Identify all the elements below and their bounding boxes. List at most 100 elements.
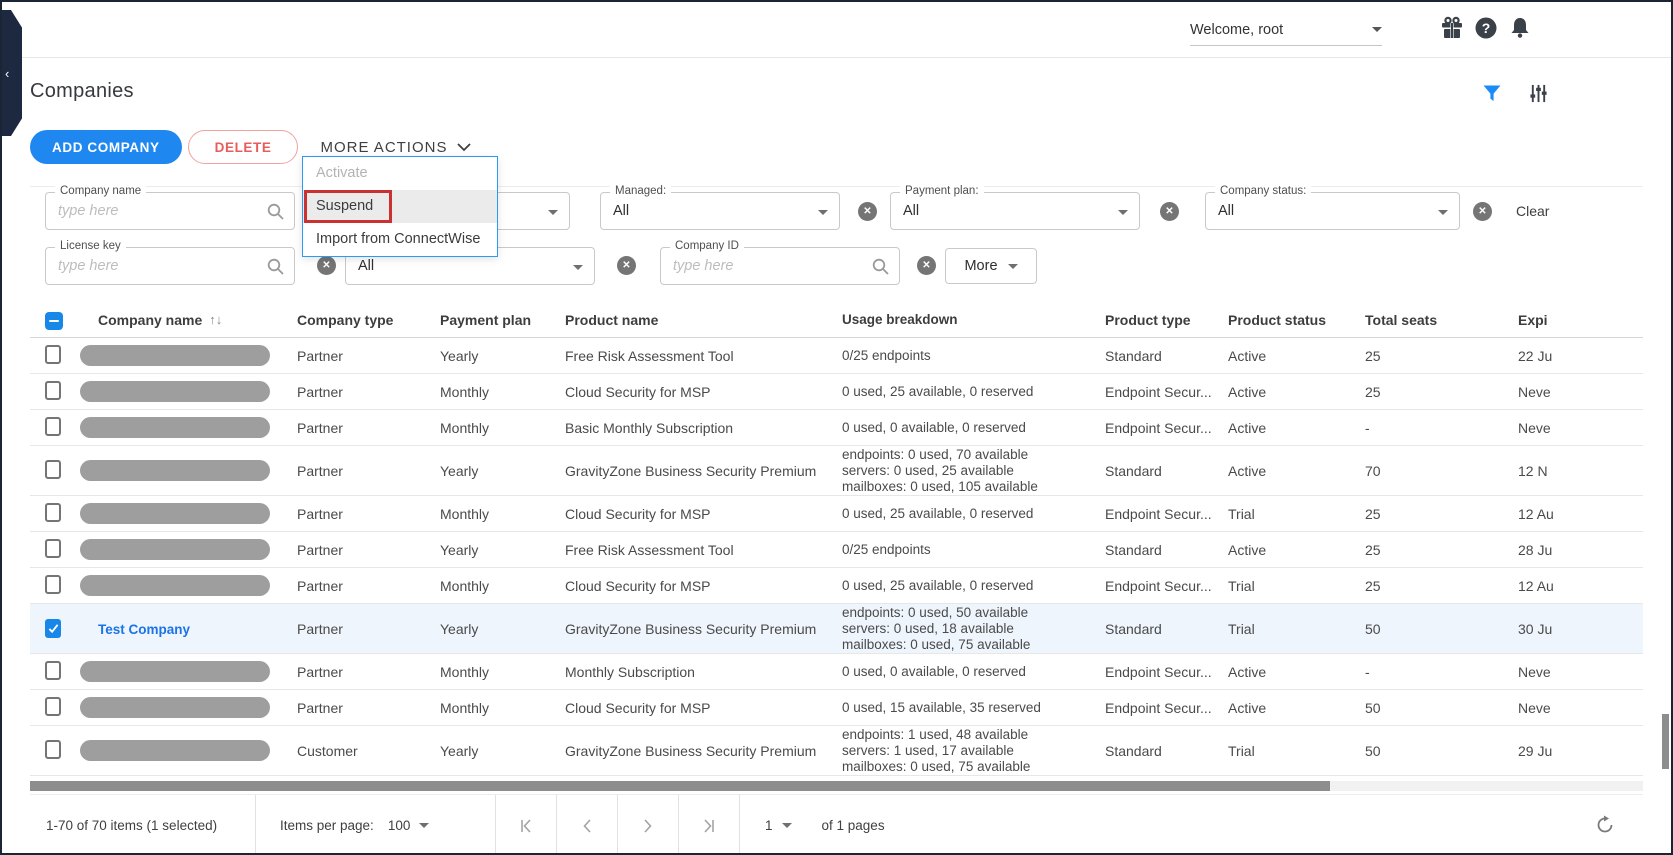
- row-checkbox[interactable]: [45, 381, 61, 400]
- row-checkbox[interactable]: [45, 539, 61, 558]
- redacted-company-name: [80, 460, 270, 481]
- items-per-page-value: 100: [388, 818, 411, 833]
- redacted-company-name: [80, 417, 270, 438]
- pagination-footer: 1-70 of 70 items (1 selected) Items per …: [30, 794, 1643, 855]
- company-status-filter[interactable]: Company status: All: [1205, 192, 1460, 230]
- payment-plan-cell: Yearly: [440, 743, 565, 759]
- filter-funnel-icon[interactable]: [1483, 85, 1501, 102]
- row-checkbox-cell: [30, 460, 80, 482]
- table-row: Test CompanyPartnerYearlyGravityZone Bus…: [30, 604, 1643, 654]
- payment-plan-cell: Monthly: [440, 384, 565, 400]
- search-icon: [267, 258, 285, 276]
- managed-filter[interactable]: Managed: All: [600, 192, 840, 230]
- expiry-cell: 22 Ju: [1518, 348, 1580, 364]
- license-key-filter-label: License key: [55, 240, 126, 252]
- horizontal-scrollbar-thumb[interactable]: [30, 781, 1330, 791]
- company-name-link[interactable]: Test Company: [80, 622, 190, 637]
- row-checkbox[interactable]: [45, 575, 61, 594]
- select-all-checkbox[interactable]: [45, 312, 63, 330]
- row-checkbox[interactable]: [45, 740, 61, 759]
- menu-item-import-from-connectwise[interactable]: Import from ConnectWise: [303, 223, 497, 256]
- next-page-button[interactable]: [618, 795, 679, 855]
- row-checkbox[interactable]: [45, 503, 61, 522]
- more-actions-menu: ActivateSuspendImport from ConnectWise: [302, 156, 498, 257]
- managed-filter-label: Managed:: [610, 185, 671, 197]
- product-status-cell: Trial: [1228, 578, 1365, 594]
- company-id-clear-icon[interactable]: ✕: [917, 256, 936, 275]
- redacted-company-name: [80, 539, 270, 560]
- sidebar-collapse-tab[interactable]: ‹: [2, 10, 22, 136]
- company-name-cell: [80, 460, 297, 481]
- company-id-filter[interactable]: Company ID: [660, 247, 900, 285]
- items-status-text: 1-70 of 70 items (1 selected): [46, 818, 217, 833]
- product-type-cell: Standard: [1105, 621, 1228, 637]
- table-row: PartnerMonthlyCloud Security for MSP0 us…: [30, 374, 1643, 410]
- user-menu[interactable]: Welcome, root: [1190, 14, 1382, 46]
- managed-clear-icon[interactable]: ✕: [858, 202, 877, 221]
- help-icon[interactable]: ?: [1474, 16, 1498, 40]
- sort-icon[interactable]: ↑↓: [209, 312, 222, 327]
- refresh-icon[interactable]: [1595, 815, 1615, 835]
- add-company-button[interactable]: ADD COMPANY: [30, 130, 182, 164]
- menu-item-suspend[interactable]: Suspend: [303, 190, 497, 223]
- vertical-scrollbar-thumb[interactable]: [1662, 714, 1669, 769]
- product-type-cell: Endpoint Secur...: [1105, 700, 1228, 716]
- row-checkbox[interactable]: [45, 345, 61, 364]
- chevron-down-icon: [457, 143, 471, 152]
- company-id-input[interactable]: [661, 248, 899, 284]
- row-checkbox[interactable]: [45, 697, 61, 716]
- first-page-button[interactable]: [496, 795, 557, 855]
- company-type-cell: Partner: [297, 384, 440, 400]
- table-header-row: Company name↑↓ Company type Payment plan…: [30, 302, 1643, 338]
- company-name-filter[interactable]: Company name: [45, 192, 295, 230]
- product-status-cell: Active: [1228, 542, 1365, 558]
- row-checkbox[interactable]: [45, 460, 61, 479]
- last-page-button[interactable]: [679, 795, 740, 855]
- more-actions-button[interactable]: MORE ACTIONS: [320, 139, 471, 156]
- more-filters-button[interactable]: More: [945, 248, 1037, 284]
- company-status-filter-value: All: [1206, 193, 1459, 229]
- row-checkbox-cell: [30, 345, 80, 367]
- chevron-down-icon: [1372, 27, 1382, 32]
- total-seats-cell: -: [1365, 420, 1518, 436]
- bell-icon[interactable]: [1508, 16, 1532, 40]
- row-checkbox[interactable]: [45, 417, 61, 436]
- product-type-cell: Endpoint Secur...: [1105, 578, 1228, 594]
- row-checkbox[interactable]: [45, 661, 61, 680]
- payment-plan-cell: Yearly: [440, 621, 565, 637]
- table-row: CustomerYearlyGravityZone Business Secur…: [30, 726, 1643, 776]
- page-number-select[interactable]: 1: [765, 818, 792, 833]
- items-per-page-select[interactable]: 100: [388, 818, 430, 833]
- gift-icon[interactable]: [1440, 16, 1464, 40]
- payment-plan-filter[interactable]: Payment plan: All: [890, 192, 1140, 230]
- row-checkbox[interactable]: [45, 619, 61, 638]
- horizontal-scrollbar[interactable]: [30, 781, 1643, 791]
- license-key-clear-icon[interactable]: ✕: [317, 256, 336, 275]
- page-number-value: 1: [765, 818, 773, 833]
- product-name-cell: Cloud Security for MSP: [565, 384, 842, 400]
- license-type-clear-icon[interactable]: ✕: [617, 256, 636, 275]
- total-seats-cell: 50: [1365, 743, 1518, 759]
- company-status-clear-icon[interactable]: ✕: [1473, 202, 1492, 221]
- menu-item-activate[interactable]: Activate: [303, 157, 497, 190]
- usage-breakdown-cell: endpoints: 0 used, 50 available servers:…: [842, 605, 1105, 653]
- product-status-cell: Active: [1228, 420, 1365, 436]
- company-name-input[interactable]: [46, 193, 294, 229]
- delete-button[interactable]: DELETE: [188, 130, 299, 164]
- header-company-name[interactable]: Company name↑↓: [80, 312, 297, 328]
- product-name-cell: Cloud Security for MSP: [565, 700, 842, 716]
- column-settings-icon[interactable]: [1529, 84, 1548, 103]
- license-key-input[interactable]: [46, 248, 294, 284]
- company-name-cell: [80, 697, 297, 718]
- total-seats-cell: 25: [1365, 542, 1518, 558]
- table-row: PartnerMonthlyCloud Security for MSP0 us…: [30, 690, 1643, 726]
- redacted-company-name: [80, 345, 270, 366]
- payment-plan-cell: Monthly: [440, 700, 565, 716]
- license-key-filter[interactable]: License key: [45, 247, 295, 285]
- total-seats-cell: 25: [1365, 578, 1518, 594]
- company-name-cell: [80, 575, 297, 596]
- payment-plan-clear-icon[interactable]: ✕: [1160, 202, 1179, 221]
- previous-page-button[interactable]: [557, 795, 618, 855]
- row-checkbox-cell: [30, 661, 80, 683]
- clear-filters-link[interactable]: Clear: [1516, 203, 1549, 219]
